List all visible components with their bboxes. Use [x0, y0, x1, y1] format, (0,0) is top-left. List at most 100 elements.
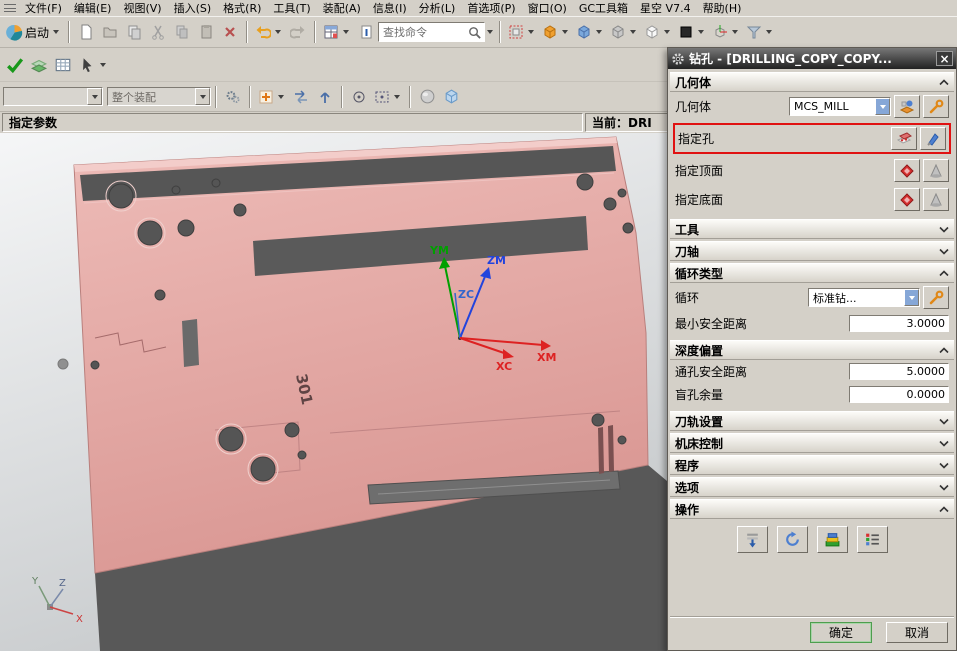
selection-filter-combo[interactable]: [3, 87, 103, 106]
section-tool-axis-header[interactable]: 刀轴: [670, 241, 954, 261]
verify-toolpath-button[interactable]: [817, 526, 848, 553]
menu-format[interactable]: 格式(R): [217, 0, 267, 17]
wireframe-view-button[interactable]: [607, 20, 641, 44]
layer-settings-button[interactable]: [27, 53, 51, 77]
glass-cube-button[interactable]: [439, 85, 463, 109]
edit-bottom-face-button[interactable]: [923, 188, 949, 211]
section-machine-control-header[interactable]: 机床控制: [670, 433, 954, 453]
section-actions-header[interactable]: 操作: [670, 499, 954, 519]
ok-button[interactable]: 确定: [810, 622, 872, 643]
background-caret[interactable]: [698, 30, 704, 34]
section-geometry-header[interactable]: 几何体: [670, 72, 954, 92]
new-file-button[interactable]: [74, 20, 98, 44]
edit-top-face-button[interactable]: [923, 159, 949, 182]
select-geometry-button[interactable]: [894, 95, 920, 118]
orient-view-caret[interactable]: [562, 30, 568, 34]
selection-filter-caret[interactable]: [87, 88, 102, 105]
dialog-title-bar[interactable]: 钻孔 - [DRILLING_COPY_COPY... ×: [668, 48, 956, 69]
selection-scope-caret[interactable]: [195, 88, 210, 105]
paste-button[interactable]: [194, 20, 218, 44]
menu-edit[interactable]: 编辑(E): [68, 0, 118, 17]
undo-dropdown-caret[interactable]: [275, 30, 281, 34]
menu-preferences[interactable]: 首选项(P): [461, 0, 521, 17]
selection-scope-combo[interactable]: 整个装配: [107, 87, 211, 106]
menu-help[interactable]: 帮助(H): [697, 0, 748, 17]
background-button[interactable]: [675, 20, 709, 44]
blind-stock-input[interactable]: [849, 386, 949, 403]
select-bottom-face-button[interactable]: [894, 188, 920, 211]
section-program-header[interactable]: 程序: [670, 455, 954, 475]
selection-pointer-button[interactable]: [75, 53, 111, 77]
copy-button[interactable]: [170, 20, 194, 44]
selection-rect-button[interactable]: [505, 20, 539, 44]
redo-button[interactable]: [286, 20, 310, 44]
section-path-settings-header[interactable]: 刀轨设置: [670, 411, 954, 431]
edit-holes-button[interactable]: [920, 127, 946, 150]
section-depth-header[interactable]: 深度偏置: [670, 340, 954, 360]
bounded-region-button[interactable]: [371, 85, 405, 109]
edit-cycle-button[interactable]: [923, 286, 949, 309]
delete-button[interactable]: [218, 20, 242, 44]
section-options-header[interactable]: 选项: [670, 477, 954, 497]
snap-point-caret[interactable]: [278, 95, 284, 99]
min-clearance-input[interactable]: [849, 315, 949, 332]
start-button[interactable]: 启动: [3, 20, 64, 44]
viewport-canvas[interactable]: 301 YM ZM ZC XC XM: [0, 133, 667, 651]
up-arrow-button[interactable]: [313, 85, 337, 109]
bounded-region-caret[interactable]: [394, 95, 400, 99]
orient-view-button[interactable]: [539, 20, 573, 44]
through-clearance-input[interactable]: [849, 363, 949, 380]
filter-caret[interactable]: [766, 30, 772, 34]
menu-information[interactable]: 信息(I): [367, 0, 413, 17]
sphere-display-button[interactable]: [415, 85, 439, 109]
section-cycle-header[interactable]: 循环类型: [670, 263, 954, 283]
menu-insert[interactable]: 插入(S): [168, 0, 218, 17]
menu-analysis[interactable]: 分析(L): [413, 0, 462, 17]
open-file-button[interactable]: [98, 20, 122, 44]
close-icon[interactable]: ×: [936, 51, 953, 66]
save-button[interactable]: [122, 20, 146, 44]
shaded-view-caret[interactable]: [596, 30, 602, 34]
menu-window[interactable]: 窗口(O): [522, 0, 573, 17]
menu-view[interactable]: 视图(V): [117, 0, 167, 17]
edit-geometry-button[interactable]: [923, 95, 949, 118]
table-view-button[interactable]: [51, 53, 75, 77]
geometry-combo[interactable]: MCS_MILL: [789, 97, 891, 116]
cycle-combo-caret[interactable]: [904, 289, 919, 306]
finish-sketch-button[interactable]: [3, 53, 27, 77]
replay-toolpath-button[interactable]: [777, 526, 808, 553]
select-holes-button[interactable]: [891, 127, 917, 150]
select-top-face-button[interactable]: [894, 159, 920, 182]
window-layout-button[interactable]: [320, 20, 354, 44]
selection-rect-caret[interactable]: [528, 30, 534, 34]
move-arrows-button[interactable]: [289, 85, 313, 109]
menu-file[interactable]: 文件(F): [19, 0, 68, 17]
csys-view-button[interactable]: [709, 20, 743, 44]
section-tool-header[interactable]: 工具: [670, 219, 954, 239]
filter-button[interactable]: [743, 20, 777, 44]
csys-view-caret[interactable]: [732, 30, 738, 34]
pointer-caret[interactable]: [100, 63, 106, 67]
search-icon[interactable]: [467, 25, 482, 40]
menu-tools[interactable]: 工具(T): [267, 0, 316, 17]
information-button[interactable]: [354, 20, 378, 44]
render-style-caret[interactable]: [664, 30, 670, 34]
cut-button[interactable]: [146, 20, 170, 44]
cycle-combo[interactable]: 标准钻...: [808, 288, 920, 307]
menu-gc-toolbox[interactable]: GC工具箱: [573, 0, 634, 17]
wireframe-view-caret[interactable]: [630, 30, 636, 34]
generate-toolpath-button[interactable]: [737, 526, 768, 553]
geometry-combo-caret[interactable]: [875, 98, 890, 115]
menu-assemblies[interactable]: 装配(A): [317, 0, 367, 17]
list-toolpath-button[interactable]: [857, 526, 888, 553]
command-search-input[interactable]: [381, 25, 467, 40]
menu-starsky-plugin[interactable]: 星空 V7.4: [634, 0, 697, 17]
snap-point-button[interactable]: [255, 85, 289, 109]
window-layout-caret[interactable]: [343, 30, 349, 34]
start-dropdown-caret[interactable]: [53, 30, 59, 34]
point-on-circle-button[interactable]: [347, 85, 371, 109]
gears-button[interactable]: [221, 85, 245, 109]
shaded-view-button[interactable]: [573, 20, 607, 44]
render-style-button[interactable]: [641, 20, 675, 44]
app-menu-icon[interactable]: [3, 2, 17, 14]
